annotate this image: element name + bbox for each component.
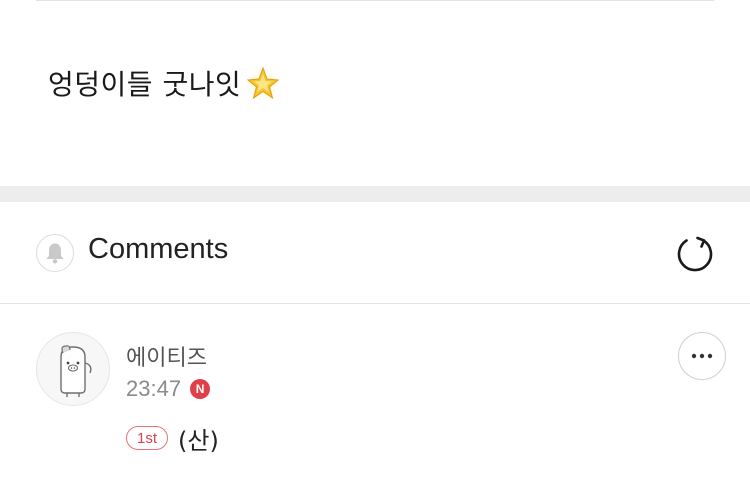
bell-icon[interactable]	[36, 234, 74, 272]
comment-item: 에이티즈 23:47 N 1st (산)	[0, 304, 750, 477]
section-separator	[0, 186, 750, 202]
comments-header: Comments	[0, 202, 750, 304]
post-body: 엉덩이들 굿나잇	[48, 60, 281, 106]
post-detail-page: 엉덩이들 굿나잇 Comments 에이티즈 23:47 N 1st (산)	[0, 0, 750, 477]
comment-text: (산)	[178, 426, 219, 455]
avatar[interactable]	[36, 332, 110, 406]
comment-content: 1st (산)	[126, 422, 219, 455]
rank-badge: 1st	[126, 426, 169, 450]
glowing-star-icon	[245, 65, 281, 101]
comment-meta: 23:47 N	[126, 376, 211, 402]
comments-title: Comments	[88, 233, 229, 265]
comment-time: 23:47	[126, 376, 182, 401]
comment-author[interactable]: 에이티즈	[126, 340, 207, 372]
new-badge: N	[190, 379, 211, 399]
more-icon[interactable]	[678, 332, 726, 380]
top-divider	[36, 0, 714, 1]
refresh-icon[interactable]	[674, 232, 716, 274]
post-body-text: 엉덩이들 굿나잇	[48, 68, 242, 101]
